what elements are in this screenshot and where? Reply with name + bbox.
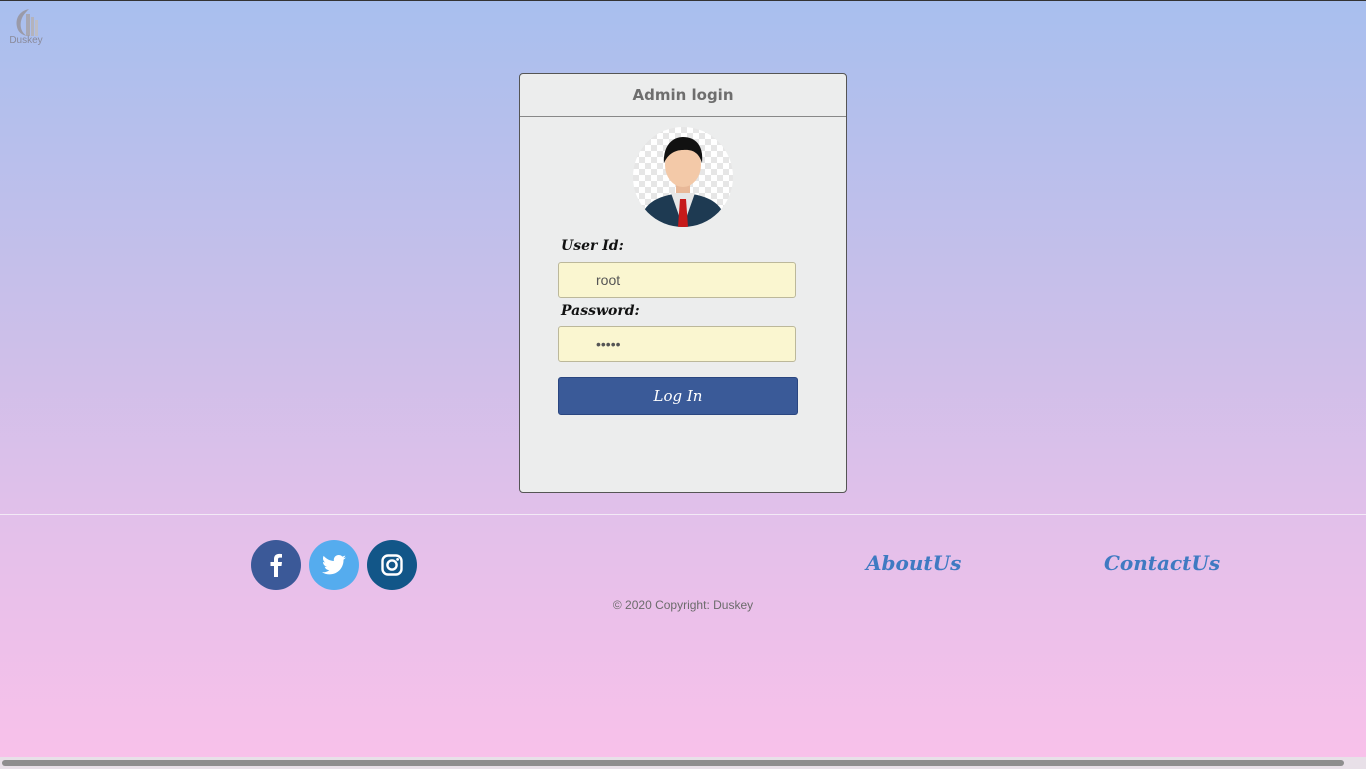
brand-name: Duskey bbox=[9, 35, 43, 46]
scrollbar-thumb[interactable] bbox=[2, 760, 1344, 766]
password-label: Password: bbox=[561, 303, 640, 319]
login-card: Admin login User Id: root Password: ••••… bbox=[519, 73, 847, 493]
twitter-button[interactable] bbox=[309, 540, 359, 590]
about-us-link[interactable]: AboutUs bbox=[866, 551, 961, 575]
facebook-button[interactable] bbox=[251, 540, 301, 590]
building-logo-icon bbox=[16, 9, 38, 36]
login-button[interactable]: Log In bbox=[558, 377, 798, 415]
facebook-icon bbox=[270, 553, 282, 577]
password-input[interactable]: ••••• bbox=[558, 326, 796, 362]
twitter-icon bbox=[322, 555, 346, 575]
contact-us-link[interactable]: ContactUs bbox=[1104, 551, 1220, 575]
user-id-input[interactable]: root bbox=[558, 262, 796, 298]
instagram-icon bbox=[381, 554, 403, 576]
footer-divider bbox=[0, 514, 1366, 515]
login-title: Admin login bbox=[520, 74, 846, 117]
user-id-label: User Id: bbox=[561, 238, 624, 254]
copyright-text: © 2020 Copyright: Duskey bbox=[612, 598, 754, 612]
horizontal-scrollbar[interactable] bbox=[0, 757, 1366, 769]
brand-logo[interactable]: Duskey bbox=[6, 5, 46, 53]
admin-avatar-icon bbox=[633, 127, 733, 227]
instagram-button[interactable] bbox=[367, 540, 417, 590]
